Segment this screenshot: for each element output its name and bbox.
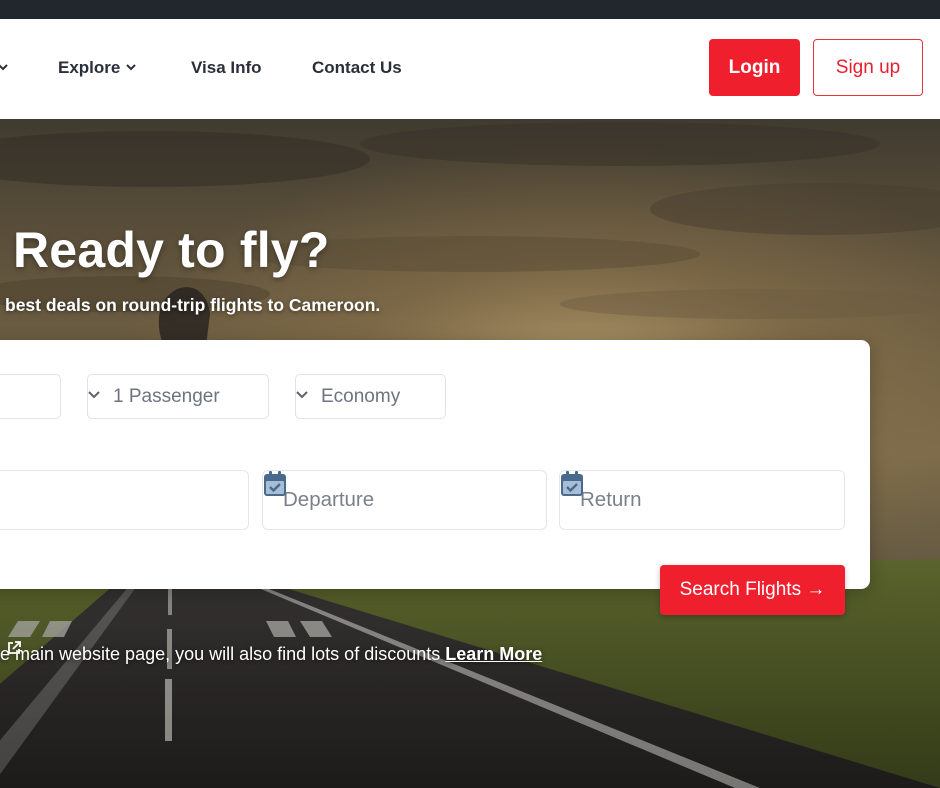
learn-more-link[interactable]: Learn More: [8, 641, 543, 664]
cabin-class-select[interactable]: Economy: [295, 374, 446, 419]
chevron-down-icon: [88, 391, 100, 399]
nav-dropdown-partial[interactable]: [0, 19, 8, 119]
trip-type-select[interactable]: ip: [0, 374, 61, 419]
login-button[interactable]: Login: [709, 39, 800, 96]
discount-info-text: e main website page, you will also find …: [0, 641, 543, 665]
hero-subtitle: best deals on round-trip flights to Came…: [5, 295, 381, 315]
return-date-field[interactable]: Return: [559, 470, 845, 530]
chevron-down-icon: [296, 391, 308, 399]
chevron-down-icon: [0, 63, 8, 70]
hero-title: Ready to fly?: [13, 222, 330, 278]
search-flights-button[interactable]: Search Flights →: [660, 565, 845, 615]
top-navbar: Explore Visa Info Contact Us Login Sign …: [0, 19, 940, 119]
departure-date-field[interactable]: Departure: [262, 470, 547, 530]
calendar-check-icon: [561, 471, 583, 496]
return-placeholder: Return: [580, 488, 642, 511]
passengers-value: 1 Passenger: [113, 386, 220, 407]
hero-section: Ready to fly? best deals on round-trip f…: [0, 119, 940, 788]
nav-item-explore[interactable]: Explore: [58, 19, 137, 119]
nav-item-explore-label: Explore: [58, 58, 121, 77]
nav-item-visa-info[interactable]: Visa Info: [191, 19, 262, 119]
learn-more-label: Learn More: [445, 644, 543, 664]
departure-placeholder: Departure: [283, 488, 375, 511]
chevron-down-icon: [126, 63, 137, 70]
origin-field[interactable]: [0, 470, 249, 530]
passengers-select[interactable]: 1 Passenger: [87, 374, 269, 419]
signup-button[interactable]: Sign up: [813, 39, 923, 96]
external-link-icon: [8, 641, 21, 654]
discount-info-label: e main website page, you will also find …: [0, 644, 441, 664]
nav-item-contact-us[interactable]: Contact Us: [312, 19, 402, 119]
calendar-check-icon: [264, 471, 286, 496]
cabin-class-value: Economy: [321, 386, 401, 407]
flight-search-card: ip 1 Passenger Economy Departure Retur: [0, 340, 870, 589]
browser-top-strip: [0, 0, 940, 19]
